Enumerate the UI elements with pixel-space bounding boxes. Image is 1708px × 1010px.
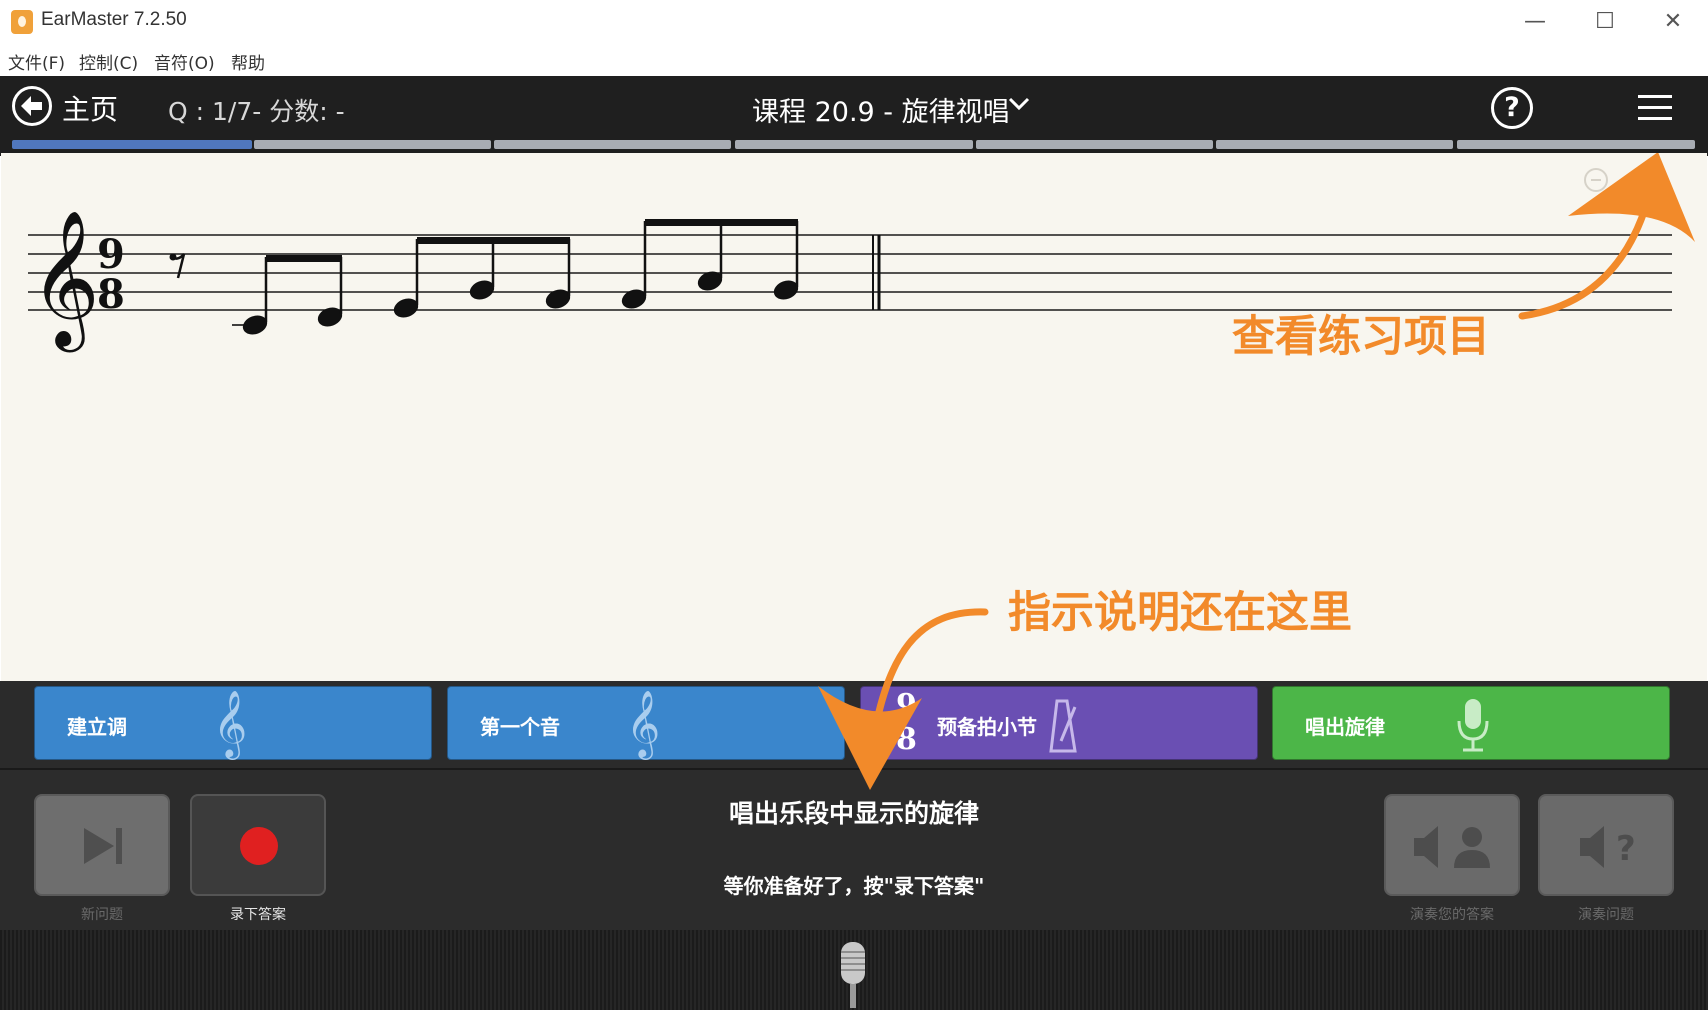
next-question-label: 新问题 xyxy=(81,907,123,923)
menu-notes[interactable]: 音符(O) xyxy=(154,49,215,74)
hamburger-menu-icon[interactable] xyxy=(1638,95,1672,121)
menu-file[interactable]: 文件(F) xyxy=(8,49,65,74)
play-your-answer-button[interactable] xyxy=(1384,794,1520,896)
lesson-title[interactable]: 课程 20.9 - 旋律视唱 xyxy=(752,90,1010,129)
play-your-answer-label: 演奏您的答案 xyxy=(1410,907,1494,923)
progress-segment-5 xyxy=(976,140,1213,149)
earmaster-app-icon xyxy=(11,10,33,34)
record-answer-label: 录下答案 xyxy=(230,907,286,923)
menu-control[interactable]: 控制(C) xyxy=(79,49,138,74)
speaker-person-icon xyxy=(1414,826,1490,868)
annotation-arrow xyxy=(818,608,989,790)
menu-help[interactable]: 帮助 xyxy=(231,49,265,74)
minimize-button[interactable]: — xyxy=(1500,0,1570,44)
microphone-icon xyxy=(841,942,865,1008)
step-label: 建立调 xyxy=(67,715,127,739)
step-label: 第一个音 xyxy=(480,715,560,739)
home-link[interactable]: 主页 xyxy=(62,88,118,128)
help-icon[interactable]: ? xyxy=(1491,87,1533,129)
maximize-button[interactable]: ☐ xyxy=(1570,0,1640,44)
annotation-instructions-here: 指示说明还在这里 xyxy=(1008,588,1352,638)
time-signature-bottom: 8 xyxy=(97,271,125,318)
step-first-note[interactable]: 第一个音 𝄞 xyxy=(447,686,845,760)
title-bar xyxy=(0,0,1708,44)
play-question-button[interactable]: ? xyxy=(1538,794,1674,896)
chevron-down-icon[interactable] xyxy=(1008,96,1030,112)
step-label: 唱出旋律 xyxy=(1305,715,1385,739)
back-arrow-icon[interactable] xyxy=(12,86,52,126)
svg-text:?: ? xyxy=(1616,829,1636,869)
treble-clef-icon: 𝄞 xyxy=(30,208,100,352)
progress-segment-3 xyxy=(494,140,731,149)
step-establish-key[interactable]: 建立调 𝄞 xyxy=(34,686,432,760)
progress-segment-6 xyxy=(1216,140,1453,149)
step-sing-melody[interactable]: 唱出旋律 xyxy=(1272,686,1670,760)
treble-clef-icon: 𝄞 xyxy=(626,689,661,757)
progress-segment-1 xyxy=(12,140,252,149)
treble-clef-icon: 𝄞 xyxy=(213,689,248,757)
speaker-question-icon: ? xyxy=(1580,826,1636,869)
annotation-view-exercises: 查看练习项目 xyxy=(1232,312,1490,362)
close-button[interactable]: ✕ xyxy=(1638,0,1708,44)
metronome-icon xyxy=(1049,699,1077,753)
progress-segment-2 xyxy=(254,140,491,149)
progress-segment-4 xyxy=(735,140,973,149)
progress-segment-7 xyxy=(1457,140,1695,149)
play-question-label: 演奏问题 xyxy=(1578,907,1634,923)
microphone-icon xyxy=(1457,699,1489,752)
window-title: EarMaster 7.2.50 xyxy=(41,9,187,30)
skip-next-icon xyxy=(84,828,122,864)
record-icon xyxy=(240,827,278,865)
question-score-status: Q : 1/7- 分数: - xyxy=(168,97,345,126)
